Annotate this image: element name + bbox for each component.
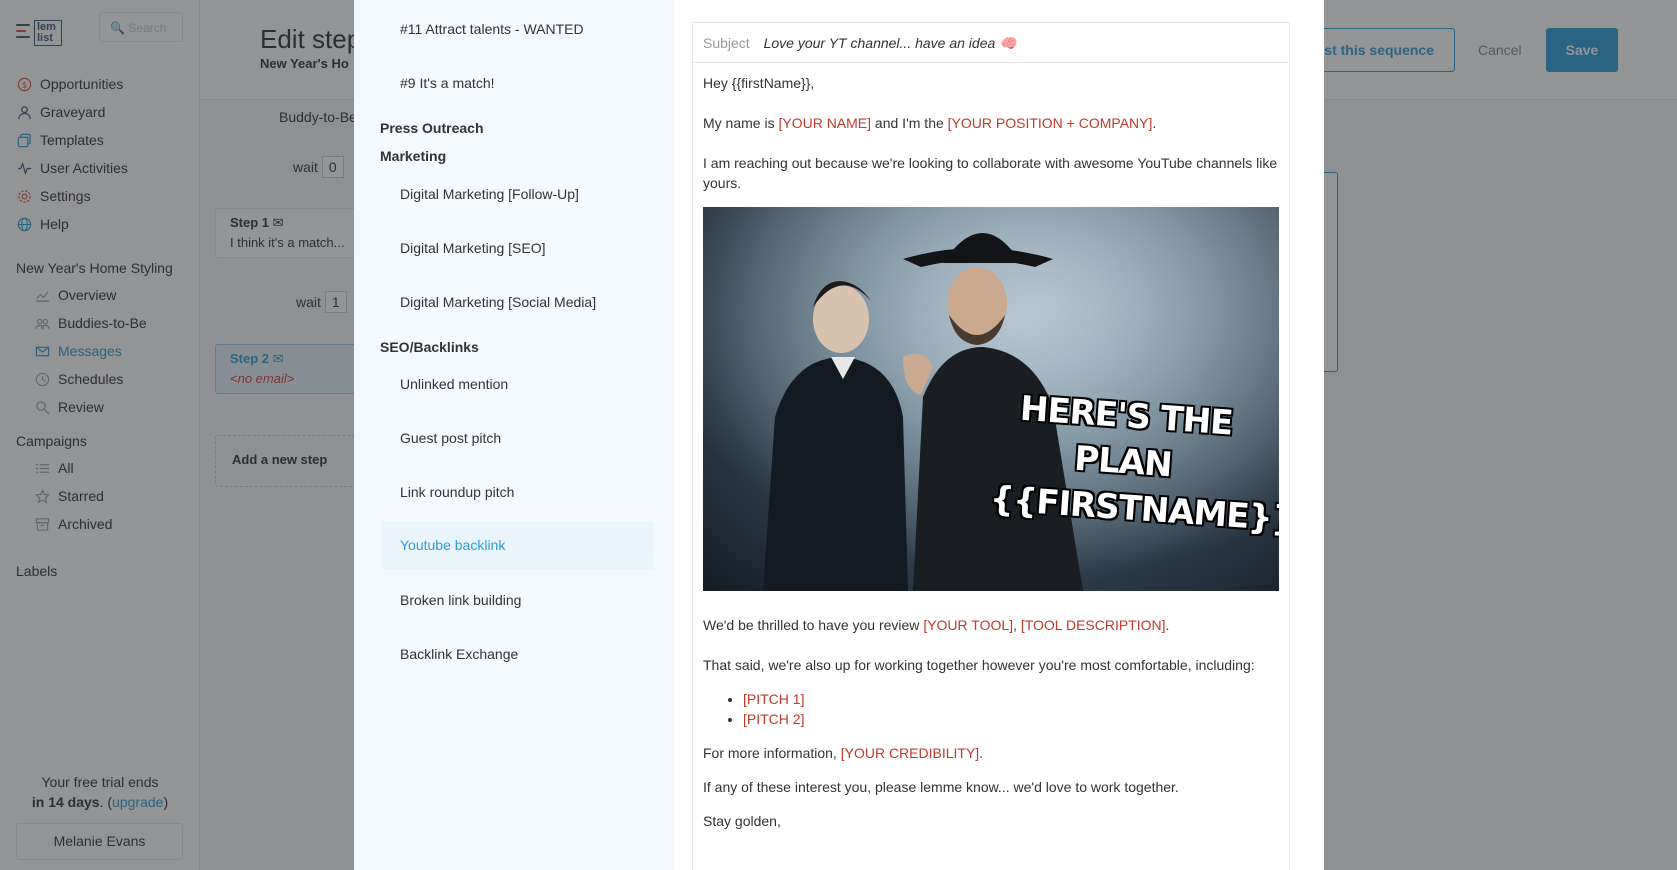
- said-paragraph: That said, we're also up for working tog…: [703, 657, 1255, 673]
- placeholder-pitch: [PITCH 1]: [743, 691, 805, 707]
- template-category: Marketing: [380, 148, 447, 164]
- greeting: Hey {{firstName}},: [703, 75, 815, 91]
- text: ,: [1013, 617, 1021, 633]
- placeholder-credibility: [YOUR CREDIBILITY]: [840, 745, 980, 761]
- template-category: SEO/Backlinks: [380, 339, 479, 355]
- template-item[interactable]: Unlinked mention: [382, 360, 654, 408]
- text: and I'm the: [871, 115, 948, 131]
- template-list: #11 Attract talents - WANTED #9 It's a m…: [354, 0, 674, 870]
- pitch-list: [PITCH 1] [PITCH 2]: [743, 689, 1279, 729]
- template-item[interactable]: #11 Attract talents - WANTED: [382, 5, 654, 53]
- placeholder-tool: [YOUR TOOL]: [923, 617, 1014, 633]
- text: We'd be thrilled to have you review: [703, 617, 924, 633]
- interest-paragraph: If any of these interest you, please lem…: [703, 779, 1179, 795]
- text: For more information,: [703, 745, 841, 761]
- text: My name is: [703, 115, 779, 131]
- placeholder-pitch: [PITCH 2]: [743, 711, 805, 727]
- subject-row: Subject Love your YT channel... have an …: [693, 23, 1289, 63]
- template-preview: Subject Love your YT channel... have an …: [692, 22, 1290, 870]
- template-category: Press Outreach: [380, 120, 484, 136]
- subject-label: Subject: [703, 35, 750, 51]
- reach-out-paragraph: I am reaching out because we're looking …: [703, 155, 1278, 191]
- template-item[interactable]: Backlink Exchange: [382, 630, 654, 678]
- meme-caption-line: HERE'S THE PLAN: [1018, 388, 1234, 486]
- text: .: [979, 745, 984, 761]
- meme-caption: HERE'S THE PLAN {{FIRSTNAME}}: [989, 384, 1279, 540]
- template-picker-modal: #11 Attract talents - WANTED #9 It's a m…: [354, 0, 1324, 870]
- text: .: [1152, 115, 1157, 131]
- review-paragraph: We'd be thrilled to have you review [YOU…: [703, 615, 1279, 635]
- intro-paragraph: My name is [YOUR NAME] and I'm the [YOUR…: [703, 113, 1279, 133]
- template-item[interactable]: Broken link building: [382, 576, 654, 624]
- pitch-item: [PITCH 1]: [743, 689, 1279, 709]
- text: .: [1165, 617, 1170, 633]
- placeholder-position: [YOUR POSITION + COMPANY]: [947, 115, 1153, 131]
- template-item-selected[interactable]: Youtube backlink: [382, 521, 654, 569]
- template-item[interactable]: Digital Marketing [Social Media]: [382, 278, 654, 326]
- template-item[interactable]: Guest post pitch: [382, 414, 654, 462]
- meme-image: HERE'S THE PLAN {{FIRSTNAME}}: [703, 207, 1279, 591]
- template-item[interactable]: #9 It's a match!: [382, 59, 654, 107]
- info-paragraph: For more information, [YOUR CREDIBILITY]…: [703, 743, 1279, 763]
- placeholder-name: [YOUR NAME]: [778, 115, 872, 131]
- pitch-item: [PITCH 2]: [743, 709, 1279, 729]
- placeholder-tool-description: [TOOL DESCRIPTION]: [1020, 617, 1166, 633]
- email-body: Hey {{firstName}}, My name is [YOUR NAME…: [693, 63, 1289, 861]
- subject-value: Love your YT channel... have an idea 🧠: [763, 35, 1017, 51]
- template-item[interactable]: Link roundup pitch: [382, 468, 654, 516]
- template-item[interactable]: Digital Marketing [Follow-Up]: [382, 170, 654, 218]
- template-item[interactable]: Digital Marketing [SEO]: [382, 224, 654, 272]
- signoff: Stay golden,: [703, 813, 781, 829]
